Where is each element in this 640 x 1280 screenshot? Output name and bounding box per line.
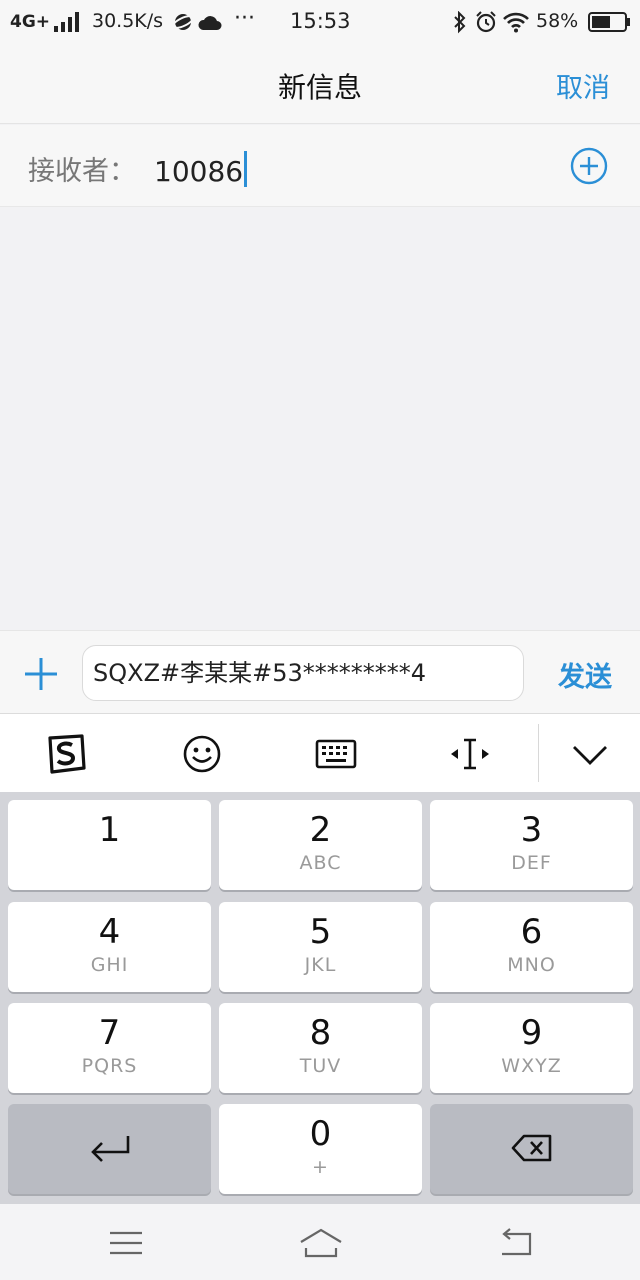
key-digit: 4 xyxy=(98,912,121,952)
key-digit: 6 xyxy=(520,912,543,952)
collapse-keyboard-icon[interactable] xyxy=(568,732,612,776)
key-1[interactable]: 1 xyxy=(8,800,211,890)
key-letters: + xyxy=(312,1156,329,1178)
bluetooth-icon xyxy=(454,11,466,34)
back-icon[interactable] xyxy=(496,1226,536,1260)
nav-bar: 新信息 取消 xyxy=(0,44,640,124)
key-9[interactable]: 9 WXYZ xyxy=(430,1003,633,1093)
alarm-icon xyxy=(476,11,496,33)
key-digit: 1 xyxy=(98,810,121,850)
key-4[interactable]: 4 GHI xyxy=(8,902,211,992)
network-speed: 30.5K/s xyxy=(92,10,164,32)
key-letters: TUV xyxy=(299,1055,342,1077)
message-input[interactable]: SQXZ#李某某#53*********4 xyxy=(82,645,524,701)
numeric-keypad: 1 2 ABC 3 DEF 4 GHI 5 JKL 6 MNO 7 PQRS 8… xyxy=(0,792,640,1204)
status-bar: 4G+ 30.5K/s ··· 15:53 58% xyxy=(0,0,640,44)
key-letters: JKL xyxy=(304,954,337,976)
key-digit: 7 xyxy=(98,1013,121,1053)
more-indicator: ··· xyxy=(234,6,255,31)
enter-icon xyxy=(91,1136,130,1162)
key-digit: 0 xyxy=(309,1114,332,1154)
toolbar-divider xyxy=(538,724,539,782)
key-digit: 9 xyxy=(520,1013,543,1053)
wifi-icon xyxy=(503,12,529,33)
key-digit: 3 xyxy=(520,810,543,850)
signal-icon xyxy=(54,12,79,32)
key-5[interactable]: 5 JKL xyxy=(219,902,422,992)
key-letters: ABC xyxy=(299,852,342,874)
key-2[interactable]: 2 ABC xyxy=(219,800,422,890)
system-nav-bar xyxy=(0,1204,640,1280)
key-letters: GHI xyxy=(90,954,129,976)
cursor-move-icon[interactable] xyxy=(448,732,492,776)
network-type: 4G+ xyxy=(10,12,51,32)
recipient-label: 接收者： xyxy=(28,156,136,187)
planet-icon xyxy=(172,14,194,30)
key-letters: WXYZ xyxy=(501,1055,562,1077)
emoji-icon[interactable] xyxy=(180,732,224,776)
key-letters: DEF xyxy=(511,852,552,874)
compose-bar: SQXZ#李某某#53*********4 发送 xyxy=(0,630,640,714)
attach-plus-icon[interactable] xyxy=(22,655,60,693)
message-thread-area xyxy=(0,207,640,630)
key-digit: 2 xyxy=(309,810,332,850)
key-0[interactable]: 0 + xyxy=(219,1104,422,1194)
keyboard-icon[interactable] xyxy=(314,732,358,776)
recipient-input[interactable]: 10086 xyxy=(154,151,248,188)
clock: 15:53 xyxy=(290,9,351,33)
key-3[interactable]: 3 DEF xyxy=(430,800,633,890)
key-digit: 5 xyxy=(309,912,332,952)
keyboard-toolbar xyxy=(0,714,640,792)
key-digit: 8 xyxy=(309,1013,332,1053)
key-8[interactable]: 8 TUV xyxy=(219,1003,422,1093)
page-title: 新信息 xyxy=(277,71,362,104)
home-icon[interactable] xyxy=(298,1226,344,1260)
key-6[interactable]: 6 MNO xyxy=(430,902,633,992)
key-letters: PQRS xyxy=(81,1055,138,1077)
cloud-icon xyxy=(198,16,222,30)
add-contact-icon[interactable] xyxy=(570,147,608,185)
menu-icon[interactable] xyxy=(106,1226,146,1260)
key-7[interactable]: 7 PQRS xyxy=(8,1003,211,1093)
backspace-key[interactable] xyxy=(430,1104,633,1194)
cancel-button[interactable]: 取消 xyxy=(556,66,610,105)
enter-key[interactable] xyxy=(8,1104,211,1194)
battery-percent: 58% xyxy=(536,10,579,32)
key-letters: MNO xyxy=(507,954,556,976)
recipient-row: 接收者： 10086 xyxy=(0,125,640,207)
backspace-icon xyxy=(511,1134,552,1162)
sogou-logo-icon[interactable] xyxy=(44,732,88,776)
send-button[interactable]: 发送 xyxy=(558,655,612,694)
recipient-value: 10086 xyxy=(154,155,244,188)
text-caret xyxy=(244,151,248,187)
battery-icon xyxy=(588,12,630,32)
